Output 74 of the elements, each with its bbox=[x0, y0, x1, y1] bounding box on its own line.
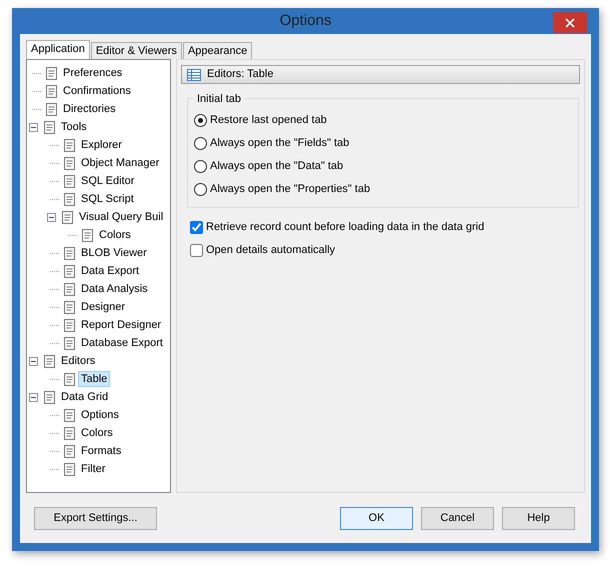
tree-item[interactable]: Preferences bbox=[60, 65, 126, 81]
page-icon bbox=[41, 389, 57, 405]
close-icon bbox=[565, 18, 575, 28]
tree-item[interactable]: SQL Editor bbox=[78, 173, 138, 189]
tree-item[interactable]: Data Analysis bbox=[78, 281, 151, 297]
page-icon bbox=[61, 299, 77, 315]
tab[interactable]: Editor & Viewers bbox=[90, 42, 182, 59]
option-label: Always open the "Properties" tab bbox=[210, 182, 370, 198]
collapse-toggle[interactable] bbox=[47, 212, 56, 222]
dialog-button[interactable]: OK bbox=[340, 506, 413, 530]
radio-button[interactable] bbox=[194, 183, 207, 196]
page-icon bbox=[61, 407, 77, 423]
tree-item[interactable]: Database Export bbox=[78, 335, 166, 351]
radio-button[interactable] bbox=[194, 114, 207, 127]
collapse-toggle[interactable] bbox=[29, 122, 38, 132]
checkbox[interactable] bbox=[190, 221, 203, 234]
tree-item[interactable]: Editors bbox=[58, 353, 98, 369]
option-label: Always open the "Data" tab bbox=[210, 159, 344, 174]
table-icon bbox=[186, 66, 202, 82]
page-icon bbox=[43, 101, 59, 117]
page-icon bbox=[61, 335, 77, 351]
tree-item[interactable]: Colors bbox=[78, 425, 116, 441]
close-button[interactable] bbox=[553, 12, 587, 33]
page-icon bbox=[61, 191, 77, 207]
tree-item[interactable]: Data Export bbox=[78, 263, 142, 279]
tree-item[interactable]: Options bbox=[78, 407, 122, 423]
page-icon bbox=[61, 245, 77, 261]
tree-item[interactable]: Data Grid bbox=[58, 389, 112, 405]
tree-item[interactable]: SQL Script bbox=[78, 191, 137, 207]
tree-item[interactable]: Formats bbox=[78, 443, 124, 459]
page-icon bbox=[41, 353, 57, 369]
page-icon bbox=[59, 209, 75, 225]
collapse-toggle[interactable] bbox=[29, 356, 38, 366]
page-icon bbox=[43, 83, 59, 99]
checkbox-label: Retrieve record count before loading data in the data grid bbox=[206, 220, 484, 236]
dialog-button[interactable]: Help bbox=[502, 506, 575, 530]
tree-item[interactable]: Object Manager bbox=[78, 155, 162, 171]
tree-item[interactable]: Table bbox=[78, 371, 110, 387]
tree-item[interactable]: Visual Query Buil bbox=[76, 209, 166, 225]
dialog-button[interactable]: Cancel bbox=[421, 506, 494, 530]
tree-item[interactable]: Explorer bbox=[78, 137, 125, 153]
page-icon bbox=[61, 281, 77, 297]
page-icon bbox=[61, 173, 77, 189]
tree-item[interactable]: Colors bbox=[96, 227, 134, 243]
page-icon bbox=[61, 155, 77, 171]
page-icon bbox=[79, 227, 95, 243]
radio-button[interactable] bbox=[194, 137, 207, 150]
panel-title: Editors: Table bbox=[207, 67, 274, 82]
page-icon bbox=[61, 263, 77, 279]
page-icon bbox=[43, 65, 59, 81]
collapse-toggle[interactable] bbox=[29, 392, 38, 402]
checkbox-label: Open details automatically bbox=[206, 243, 336, 258]
page-icon bbox=[61, 443, 77, 459]
radio-button[interactable] bbox=[194, 160, 207, 173]
tree-item[interactable]: Directories bbox=[60, 101, 119, 117]
tree-item[interactable]: Confirmations bbox=[60, 83, 134, 99]
page-icon bbox=[61, 371, 77, 387]
tab[interactable]: Appearance bbox=[182, 42, 252, 59]
tree-item[interactable]: Filter bbox=[78, 461, 108, 477]
dialog-button[interactable]: Export Settings... bbox=[34, 506, 157, 530]
option-label: Restore last opened tab bbox=[210, 113, 327, 128]
page-icon bbox=[61, 425, 77, 441]
tree-item[interactable]: Designer bbox=[78, 299, 128, 315]
page-icon bbox=[61, 137, 77, 153]
tab[interactable]: Application bbox=[26, 40, 90, 59]
tree-item[interactable]: BLOB Viewer bbox=[78, 245, 150, 261]
option-label: Always open the "Fields" tab bbox=[210, 136, 350, 152]
page-icon bbox=[41, 119, 57, 135]
page-icon bbox=[61, 317, 77, 333]
tree-item[interactable]: Report Designer bbox=[78, 317, 164, 333]
page-icon bbox=[61, 461, 77, 477]
checkbox[interactable] bbox=[190, 244, 203, 257]
tree-item[interactable]: Tools bbox=[58, 119, 90, 135]
window-title: Options bbox=[280, 10, 332, 31]
